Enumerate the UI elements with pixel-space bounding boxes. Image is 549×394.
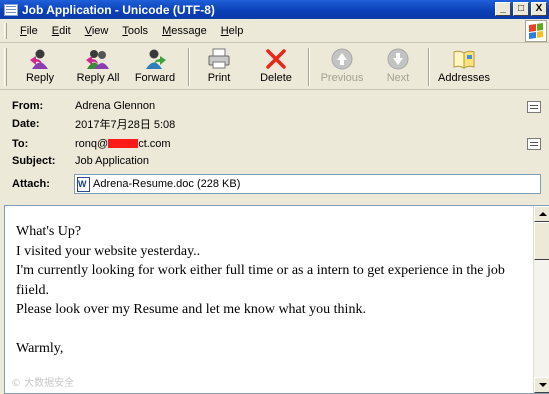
watermark-text: © 大数据安全 [11, 378, 75, 389]
delete-x-icon [266, 49, 286, 69]
from-row: From: Adrena Glennon [0, 97, 549, 115]
redaction-block [108, 139, 139, 148]
reply-icon [30, 49, 48, 69]
addresses-button[interactable]: Addresses [434, 46, 494, 88]
window-controls: _ □ X [495, 2, 547, 16]
reply-button[interactable]: Reply [12, 46, 68, 88]
body-line: Please look over my Resume and let me kn… [16, 302, 366, 317]
printer-icon [208, 48, 230, 69]
address-book-icon [453, 50, 475, 69]
menu-help-rest: elp [228, 24, 244, 37]
menu-view-rest: iew [91, 24, 109, 37]
menu-edit[interactable]: Edit [45, 25, 78, 37]
subject-value: Job Application [75, 155, 149, 167]
print-button[interactable]: Print [194, 46, 244, 88]
subject-row: Subject: Job Application [0, 152, 549, 170]
menu-edit-rest: dit [59, 24, 71, 37]
menu-bar: File Edit View Tools Message Help [0, 19, 549, 43]
toolbar-grip[interactable] [4, 48, 7, 86]
body-line: What's Up? [16, 224, 82, 239]
forward-icon [146, 49, 166, 69]
menu-help[interactable]: Help [214, 25, 251, 37]
from-value[interactable]: Adrena Glennon [75, 100, 155, 112]
date-label: Date: [12, 118, 40, 130]
menu-tools-rest: ools [127, 24, 149, 37]
message-header: From: Adrena Glennon Date: 2017年7月28日 5:… [0, 90, 549, 202]
reply-all-icon [86, 50, 109, 69]
subject-label: Subject: [12, 155, 56, 167]
body-line: Warmly, [16, 341, 64, 356]
down-arrow-icon [387, 48, 409, 70]
menu-message[interactable]: Message [155, 25, 214, 37]
body-line: I visited your website yesterday.. [16, 243, 201, 259]
up-arrow-icon [331, 48, 353, 70]
toolbar-separator [428, 48, 430, 86]
forward-button[interactable]: Forward [128, 46, 182, 88]
menu-file-rest: ile [26, 24, 38, 37]
scroll-down-button[interactable] [534, 377, 549, 393]
next-button[interactable]: Next [372, 46, 424, 88]
delete-button[interactable]: Delete [250, 46, 302, 88]
body-line: I'm currently looking for work either fu… [16, 263, 505, 298]
to-row: To: ronq@ ct.com [0, 135, 549, 153]
message-body[interactable]: What's Up? I visited your website yester… [4, 205, 549, 394]
message-window-icon [4, 3, 18, 16]
to-value[interactable]: ronq@ ct.com [75, 138, 171, 150]
scroll-thumb[interactable] [534, 222, 549, 260]
body-line [16, 320, 526, 340]
window-title: Job Application - Unicode (UTF-8) [22, 2, 215, 17]
from-label: From: [12, 100, 44, 112]
menu-file[interactable]: File [13, 25, 45, 37]
attachment-name[interactable]: Adrena-Resume.doc (228 KB) [93, 178, 240, 190]
menu-grip[interactable] [4, 22, 7, 39]
date-row: Date: 2017年7月28日 5:08 [0, 115, 549, 133]
scroll-up-button[interactable] [534, 206, 549, 222]
attach-label: Attach: [12, 178, 50, 190]
minimize-button[interactable]: _ [495, 2, 511, 16]
windows-logo-icon [525, 20, 547, 42]
contact-card-icon[interactable] [527, 138, 541, 150]
vertical-scrollbar[interactable] [533, 206, 549, 393]
previous-button[interactable]: Previous [314, 46, 370, 88]
toolbar-separator [188, 48, 190, 86]
title-bar: Job Application - Unicode (UTF-8) _ □ X [0, 0, 549, 19]
menu-view[interactable]: View [78, 25, 116, 37]
menu-message-rest: essage [171, 24, 207, 37]
to-label: To: [12, 138, 29, 150]
message-text: What's Up? I visited your website yester… [16, 222, 526, 359]
reply-all-button[interactable]: Reply All [70, 46, 126, 88]
contact-card-icon[interactable] [527, 101, 541, 113]
menu-tools[interactable]: Tools [115, 25, 155, 37]
close-button[interactable]: X [531, 2, 547, 16]
toolbar: Reply Reply All Forward Print Delete Pre… [0, 44, 549, 90]
word-document-icon [77, 176, 90, 192]
date-value: 2017年7月28日 5:08 [75, 119, 176, 131]
attachment-field[interactable]: Adrena-Resume.doc (228 KB) [74, 174, 541, 194]
toolbar-separator [308, 48, 310, 86]
maximize-button[interactable]: □ [513, 2, 529, 16]
